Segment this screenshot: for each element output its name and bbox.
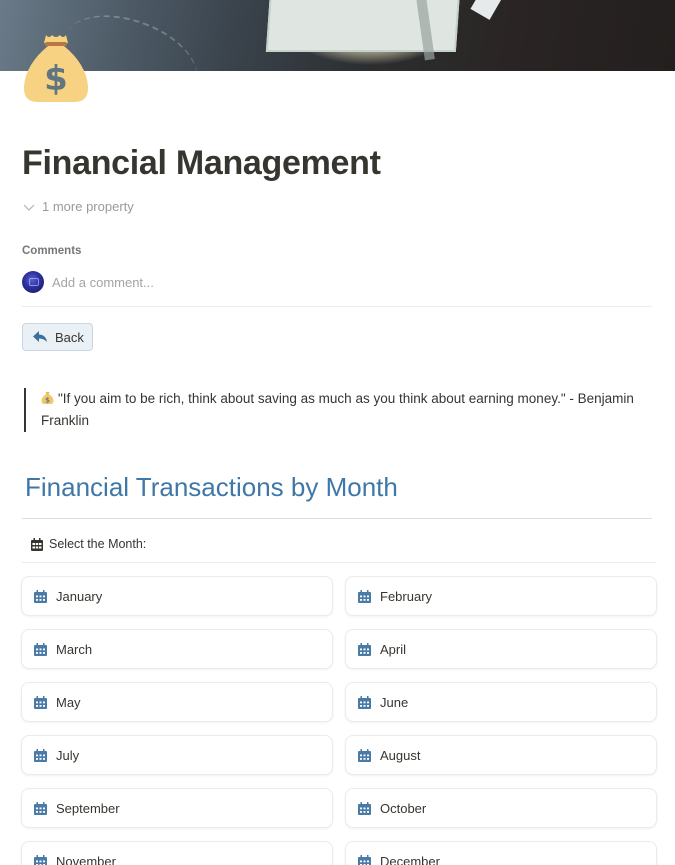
divider (22, 562, 656, 563)
cover-image (0, 0, 675, 71)
comment-row (22, 271, 612, 293)
month-button-february[interactable]: February (345, 576, 657, 616)
month-button-may[interactable]: May (21, 682, 333, 722)
month-button-january[interactable]: January (21, 576, 333, 616)
quote-text: "If you aim to be rich, think about savi… (41, 391, 634, 428)
calendar-icon (358, 801, 371, 815)
money-bag-icon[interactable]: $ (22, 32, 90, 104)
month-label: August (380, 747, 421, 763)
svg-text:$: $ (44, 59, 68, 99)
calendar-icon (358, 854, 371, 865)
calendar-icon (358, 695, 371, 709)
month-label: October (380, 800, 427, 816)
month-label: April (380, 641, 407, 657)
month-button-april[interactable]: April (345, 629, 657, 669)
calendar-icon (34, 748, 47, 762)
month-button-august[interactable]: August (345, 735, 657, 775)
month-label: January (56, 588, 103, 604)
month-label: September (56, 800, 120, 816)
quote-block: $ "If you aim to be rich, think about sa… (24, 388, 644, 432)
comment-input[interactable] (52, 274, 612, 290)
month-button-october[interactable]: October (345, 788, 657, 828)
calendar-icon (34, 801, 47, 815)
more-properties-label: 1 more property (42, 199, 134, 214)
month-button-july[interactable]: July (21, 735, 333, 775)
month-label: June (380, 694, 409, 710)
month-label: November (56, 853, 116, 865)
divider (22, 518, 652, 519)
calendar-icon (358, 589, 371, 603)
divider (22, 306, 652, 307)
calendar-icon (31, 537, 43, 551)
page-title: Financial Management (22, 144, 381, 182)
month-label: May (56, 694, 81, 710)
month-label: February (380, 588, 433, 604)
calendar-icon (34, 854, 47, 865)
month-button-march[interactable]: March (21, 629, 333, 669)
back-button[interactable]: Back (22, 323, 93, 351)
month-button-november[interactable]: November (21, 841, 333, 865)
month-label: December (380, 853, 440, 865)
calendar-icon (34, 695, 47, 709)
reply-arrow-icon (33, 331, 47, 342)
comments-label: Comments (22, 245, 82, 257)
select-month-label: Select the Month: (31, 537, 146, 551)
calendar-icon (34, 642, 47, 656)
avatar (22, 271, 44, 293)
month-label: July (56, 747, 80, 763)
select-month-text: Select the Month: (49, 537, 147, 551)
section-heading: Financial Transactions by Month (25, 472, 398, 502)
svg-text:$: $ (45, 397, 50, 405)
chevron-down-icon (23, 204, 35, 211)
more-properties-toggle[interactable]: 1 more property (22, 199, 134, 214)
month-button-december[interactable]: December (345, 841, 657, 865)
month-label: March (56, 641, 93, 657)
calendar-icon (358, 642, 371, 656)
money-bag-emoji-icon: $ (41, 392, 54, 405)
month-button-june[interactable]: June (345, 682, 657, 722)
calendar-icon (34, 589, 47, 603)
calendar-icon (358, 748, 371, 762)
back-button-label: Back (55, 329, 84, 345)
month-grid: January February March April May June Ju… (21, 576, 657, 865)
month-button-september[interactable]: September (21, 788, 333, 828)
